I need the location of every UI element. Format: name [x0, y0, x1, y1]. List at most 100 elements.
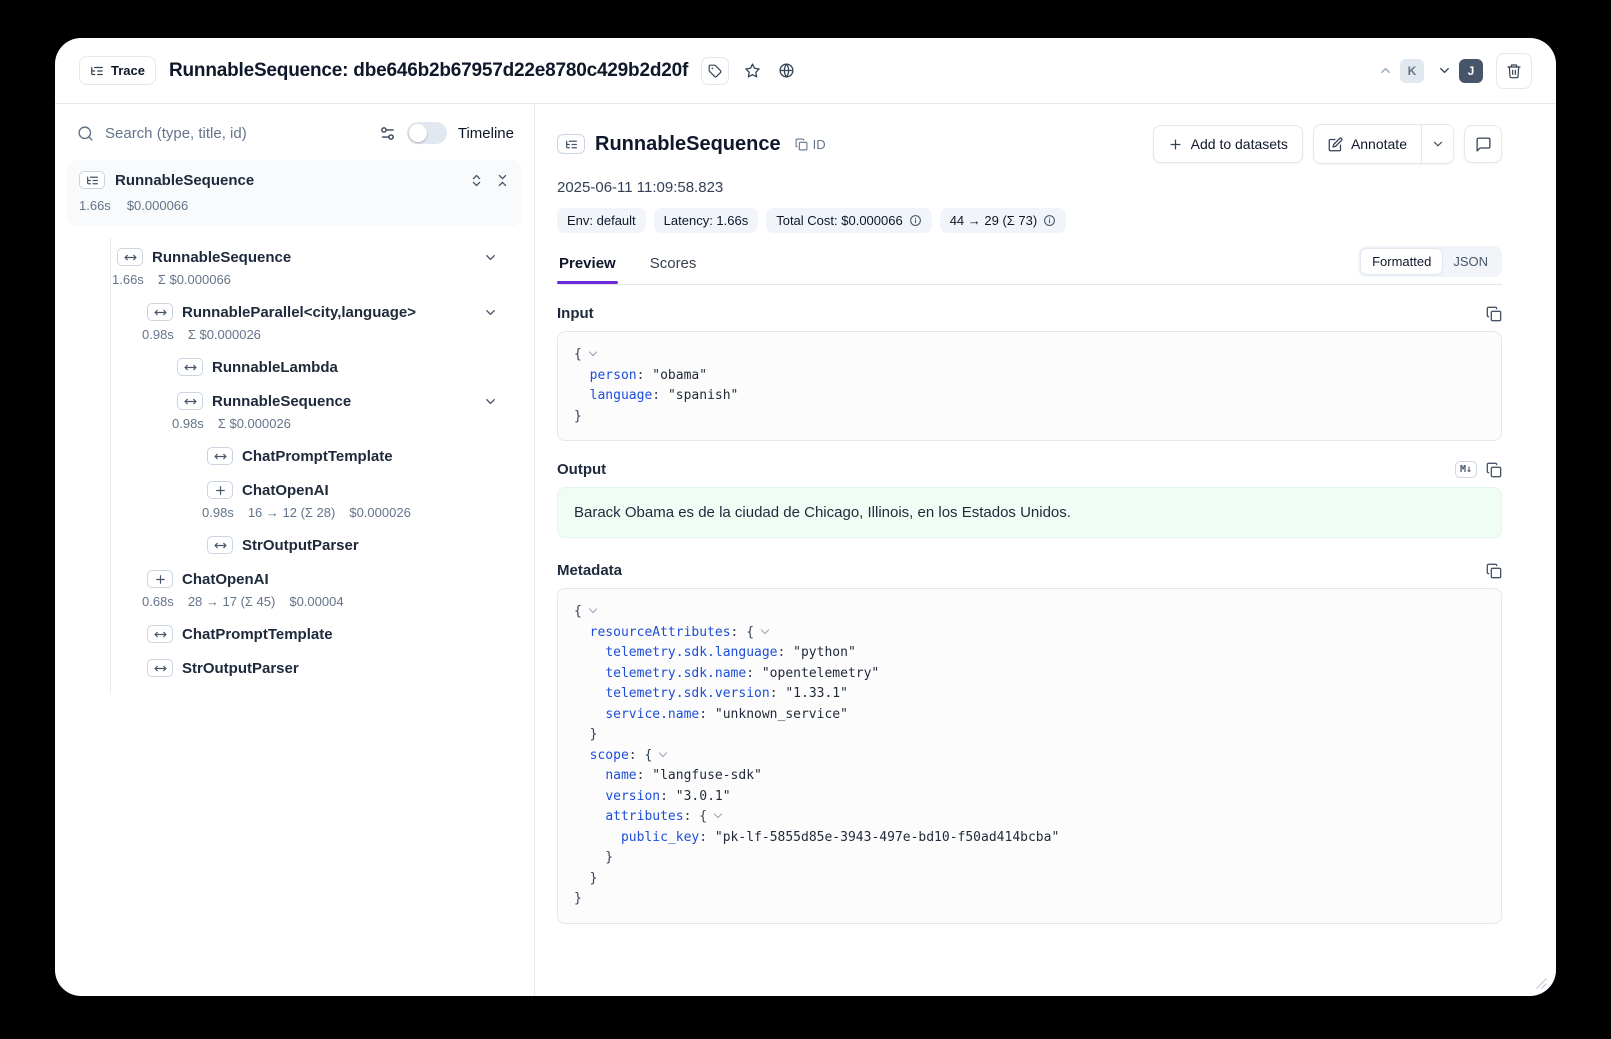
info-icon[interactable] [1043, 214, 1056, 227]
tree-node[interactable]: ChatPromptTemplate [111, 439, 534, 473]
window-header: Trace RunnableSequence: dbe646b2b67957d2… [55, 38, 1556, 104]
json-value: "langfuse-sdk" [652, 768, 762, 783]
detail-actions: Add to datasets Annotate [1153, 124, 1502, 164]
metadata-code: { resourceAttributes: { telemetry.sdk.la… [557, 588, 1502, 924]
prev-trace-button[interactable]: K [1378, 59, 1424, 83]
add-to-datasets-button[interactable]: Add to datasets [1153, 125, 1303, 163]
tree-node[interactable]: RunnableParallel<city,language>0.98sΣ $0… [111, 295, 534, 350]
node-stat: $0.000066 [127, 198, 188, 213]
trace-sidebar: Timeline RunnableSequence 1.66s $0.000066… [55, 104, 535, 996]
tree-node[interactable]: RunnableLambda [111, 350, 534, 384]
collapse-caret[interactable] [589, 605, 597, 613]
tree-node[interactable]: RunnableSequence1.66sΣ $0.000066 [111, 240, 534, 295]
output-content: Barack Obama es de la ciudad de Chicago,… [557, 487, 1502, 538]
chevron-down-icon[interactable] [483, 250, 498, 265]
tree-node[interactable]: ChatOpenAI0.98s16 → 12 (Σ 28)$0.000026 [111, 473, 534, 528]
json-key: telemetry.sdk.language [605, 645, 777, 660]
trace-badge-label: Trace [111, 63, 145, 78]
tab-scores[interactable]: Scores [648, 247, 699, 283]
tree-root-stats: 1.66s $0.000066 [79, 198, 510, 213]
delete-trace-button[interactable] [1496, 53, 1532, 89]
format-option-json[interactable]: JSON [1442, 249, 1499, 274]
annotate-dropdown-button[interactable] [1421, 125, 1453, 163]
observation-title: RunnableSequence [595, 133, 781, 156]
span-icon [117, 248, 143, 266]
node-stat: 1.66s [79, 198, 111, 213]
chevron-down-icon[interactable] [483, 394, 498, 409]
collapse-all-icon[interactable] [495, 173, 510, 188]
expand-all-icon[interactable] [469, 173, 484, 188]
star-button[interactable] [742, 60, 763, 81]
info-icon[interactable] [909, 214, 922, 227]
annotate-button[interactable]: Annotate [1314, 125, 1421, 163]
tree-node[interactable]: ChatOpenAI0.68s28 → 17 (Σ 45)$0.00004 [111, 562, 534, 617]
copy-icon[interactable] [1486, 462, 1502, 478]
span-icon [147, 625, 173, 643]
json-value: "3.0.1" [676, 789, 731, 804]
json-key: service.name [605, 707, 699, 722]
filter-settings-icon[interactable] [379, 125, 396, 142]
tab-bar-row: Preview Scores FormattedJSON [557, 246, 1502, 285]
metadata-label: Metadata [557, 562, 622, 579]
globe-button[interactable] [776, 60, 797, 81]
json-key: public_key [621, 830, 699, 845]
add-to-datasets-label: Add to datasets [1191, 136, 1288, 152]
output-actions: M↓ [1455, 461, 1502, 478]
markdown-toggle-button[interactable]: M↓ [1455, 461, 1477, 478]
json-key: attributes [605, 809, 683, 824]
output-section: Output M↓ Barack Obama es de la ciudad d… [557, 461, 1502, 538]
globe-icon [778, 62, 795, 79]
collapse-caret[interactable] [659, 748, 667, 756]
metric-badge: Latency: 1.66s [654, 208, 759, 233]
format-option-formatted[interactable]: Formatted [1361, 249, 1442, 274]
copy-icon[interactable] [1486, 563, 1502, 579]
json-value: "unknown_service" [715, 707, 848, 722]
chevron-up-icon [1378, 63, 1393, 78]
list-tree-icon [90, 64, 104, 78]
tree-node[interactable]: ChatPromptTemplate [111, 617, 534, 651]
node-name: RunnableParallel<city,language> [182, 304, 416, 321]
span-icon [177, 358, 203, 376]
tab-preview[interactable]: Preview [557, 247, 618, 283]
node-stat: 0.98s [202, 505, 234, 520]
input-label: Input [557, 305, 594, 322]
tree-node[interactable]: StrOutputParser [111, 651, 534, 685]
metric-badge: 44 → 29 (Σ 73) [940, 208, 1067, 233]
input-code: { person: "obama" language: "spanish"} [557, 331, 1502, 441]
format-toggle: FormattedJSON [1358, 246, 1502, 277]
comments-button[interactable] [1464, 125, 1502, 163]
timeline-label: Timeline [458, 125, 514, 142]
json-key: resourceAttributes [590, 625, 731, 640]
timeline-toggle[interactable] [407, 122, 447, 144]
node-name: RunnableSequence [212, 393, 351, 410]
tree-root-name: RunnableSequence [115, 172, 254, 189]
copy-icon[interactable] [1486, 306, 1502, 322]
window-body: Timeline RunnableSequence 1.66s $0.000066… [55, 104, 1556, 996]
copy-id-button[interactable]: ID [795, 137, 826, 152]
trash-icon [1506, 63, 1522, 79]
resize-handle[interactable] [1536, 978, 1547, 989]
collapse-caret[interactable] [589, 348, 597, 356]
trace-timestamp: 2025-06-11 11:09:58.823 [557, 179, 1502, 196]
chevron-down-icon[interactable] [483, 305, 498, 320]
tree-node[interactable]: StrOutputParser [111, 528, 534, 562]
id-chip-label: ID [813, 137, 826, 152]
collapse-caret[interactable] [714, 810, 722, 818]
collapse-caret[interactable] [761, 625, 769, 633]
toggle-knob [409, 124, 427, 142]
input-actions [1486, 306, 1502, 322]
next-trace-button[interactable]: J [1437, 59, 1483, 83]
node-stat: 0.98s [172, 416, 204, 431]
span-icon [147, 303, 173, 321]
json-key: person [590, 368, 637, 383]
tree-node[interactable]: RunnableSequence0.98sΣ $0.000026 [111, 384, 534, 439]
tag-button[interactable] [701, 57, 729, 85]
node-stat: 0.98s [142, 327, 174, 342]
badge-row: Env: defaultLatency: 1.66sTotal Cost: $0… [557, 208, 1502, 233]
trace-tree: RunnableSequence1.66sΣ $0.000066 Runnable… [110, 238, 534, 693]
node-stat: 1.66s [112, 272, 144, 287]
plus-icon [1168, 137, 1183, 152]
output-label: Output [557, 461, 606, 478]
tree-root-item[interactable]: RunnableSequence 1.66s $0.000066 [67, 160, 522, 226]
search-input[interactable] [105, 125, 368, 142]
